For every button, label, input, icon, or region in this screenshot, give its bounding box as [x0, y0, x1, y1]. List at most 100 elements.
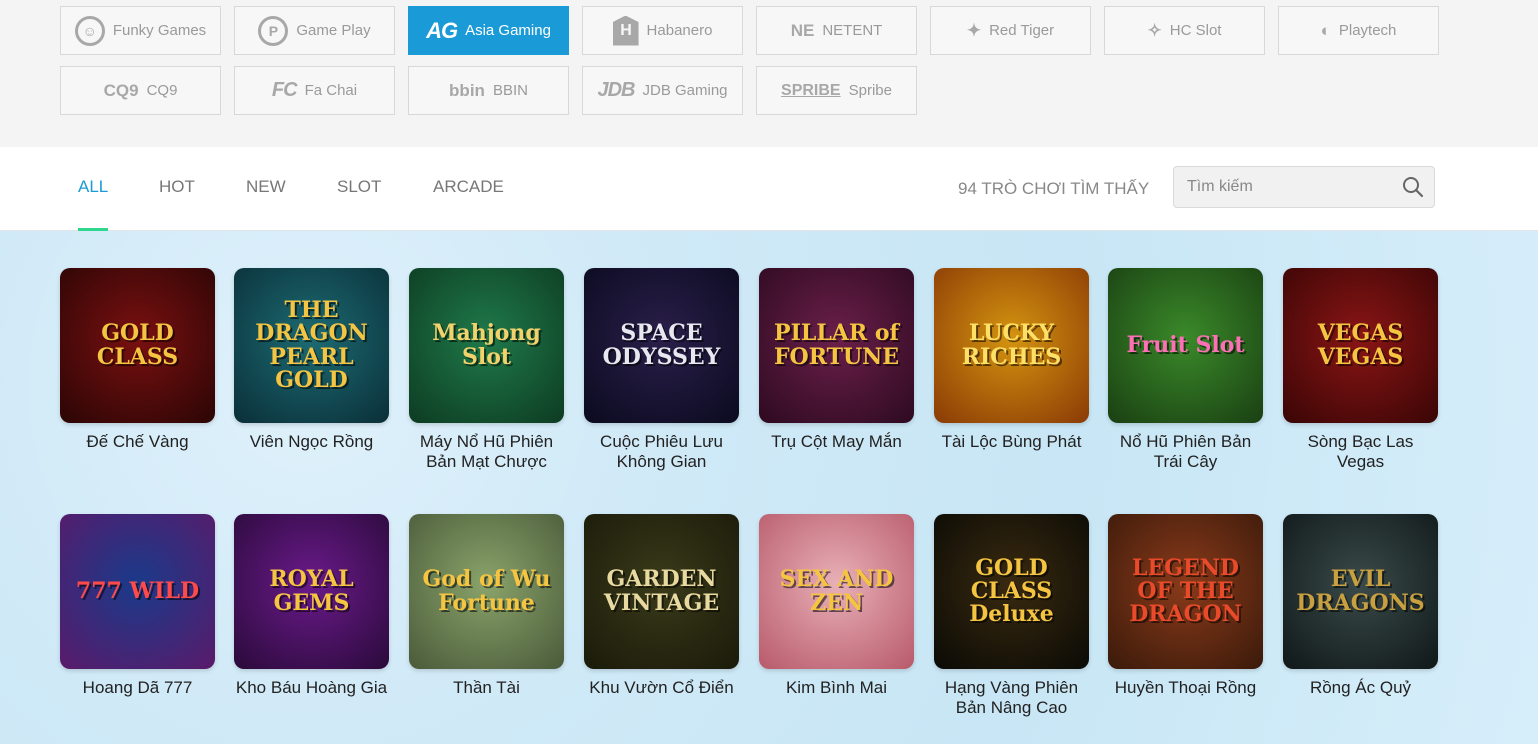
game-thumbnail-title: THE DRAGON PEARL GOLD	[255, 297, 368, 393]
provider-logo-icon: bbin	[449, 80, 485, 100]
game-name: Máy Nổ Hũ Phiên Bản Mạt Chược	[419, 432, 554, 471]
game-card[interactable]: Fruit Slot Nổ Hũ Phiên Bản Trái Cây	[1108, 268, 1263, 472]
provider-fa-chai[interactable]: FC Fa Chai	[234, 66, 395, 115]
game-thumbnail[interactable]: Fruit Slot	[1108, 268, 1263, 423]
game-card[interactable]: God of Wu Fortune Thần Tài	[409, 514, 564, 698]
provider-label: Spribe	[848, 82, 892, 99]
game-card[interactable]: GARDEN VINTAGE Khu Vườn Cổ Điển	[584, 514, 739, 698]
provider-logo-icon: AG	[426, 17, 458, 43]
game-card[interactable]: THE DRAGON PEARL GOLD Viên Ngọc Rồng	[234, 268, 389, 452]
game-name: Sòng Bạc Las Vegas	[1307, 432, 1414, 471]
game-thumbnail[interactable]: GOLD CLASS Deluxe	[934, 514, 1089, 669]
game-thumbnail[interactable]: VEGAS VEGAS	[1283, 268, 1438, 423]
provider-label: NETENT	[822, 22, 883, 39]
game-thumbnail-title: God of Wu Fortune	[422, 566, 551, 616]
provider-netent[interactable]: NE NETENT	[756, 6, 917, 55]
game-thumbnail[interactable]: SPACE ODYSSEY	[584, 268, 739, 423]
tab-hot[interactable]: HOT	[159, 177, 195, 231]
game-thumbnail[interactable]: LUCKY RICHES	[934, 268, 1089, 423]
game-card[interactable]: GOLD CLASS Đế Chế Vàng	[60, 268, 215, 452]
provider-logo-icon: P	[258, 15, 289, 46]
game-thumbnail[interactable]: THE DRAGON PEARL GOLD	[234, 268, 389, 423]
provider-label: Red Tiger	[989, 22, 1055, 39]
provider-asia-gaming[interactable]: AG Asia Gaming	[408, 6, 569, 55]
game-thumbnail[interactable]: SEX AND ZEN	[759, 514, 914, 669]
game-card[interactable]: 777 WILD Hoang Dã 777	[60, 514, 215, 698]
game-thumbnail[interactable]: LEGEND OF THE DRAGON	[1108, 514, 1263, 669]
game-card[interactable]: EVIL DRAGONS Rồng Ác Quỷ	[1283, 514, 1438, 698]
provider-logo-icon: ☺	[74, 15, 105, 46]
provider-habanero[interactable]: H Habanero	[582, 6, 743, 55]
game-thumbnail-title: LEGEND OF THE DRAGON	[1129, 554, 1242, 628]
game-card[interactable]: GOLD CLASS Deluxe Hạng Vàng Phiên Bản Nân…	[934, 514, 1089, 718]
game-thumbnail[interactable]: ROYAL GEMS	[234, 514, 389, 669]
provider-label: Fa Chai	[304, 82, 358, 99]
result-count: 94 TRÒ CHƠI TÌM THẤY	[958, 179, 1150, 198]
game-name: Hạng Vàng Phiên Bản Nâng Cao	[944, 678, 1079, 717]
game-thumbnail[interactable]: EVIL DRAGONS	[1283, 514, 1438, 669]
provider-cq9[interactable]: CQ9 CQ9	[60, 66, 221, 115]
game-card[interactable]: PILLAR of FORTUNE Trụ Cột May Mắn	[759, 268, 914, 452]
game-thumbnail-title: SEX AND ZEN	[779, 566, 894, 616]
provider-jdb-gaming[interactable]: JDB JDB Gaming	[582, 66, 743, 115]
filter-bar: ALL HOT NEW SLOT ARCADE 94 TRÒ CHƠI TÌM …	[0, 147, 1538, 231]
game-thumbnail[interactable]: God of Wu Fortune	[409, 514, 564, 669]
game-card[interactable]: VEGAS VEGAS Sòng Bạc Las Vegas	[1283, 268, 1438, 472]
provider-funky-games[interactable]: ☺ Funky Games	[60, 6, 221, 55]
tab-all[interactable]: ALL	[78, 177, 109, 231]
tab-slot[interactable]: SLOT	[337, 177, 381, 231]
game-thumbnail-title: 777 WILD	[75, 577, 200, 604]
tab-new[interactable]: NEW	[246, 177, 286, 231]
game-name: Kim Bình Mai	[785, 678, 888, 697]
provider-logo-icon: ◐	[1320, 20, 1331, 40]
provider-label: Habanero	[646, 22, 713, 39]
provider-playtech[interactable]: ◐ Playtech	[1278, 6, 1439, 55]
game-card[interactable]: ROYAL GEMS Kho Báu Hoàng Gia	[234, 514, 389, 698]
game-thumbnail-title: EVIL DRAGONS	[1296, 566, 1425, 616]
game-name: Trụ Cột May Mắn	[771, 432, 902, 451]
tab-label: HOT	[159, 177, 195, 196]
provider-red-tiger[interactable]: ✦ Red Tiger	[930, 6, 1091, 55]
game-card[interactable]: LUCKY RICHES Tài Lộc Bùng Phát	[934, 268, 1089, 452]
game-card[interactable]: LEGEND OF THE DRAGON Huyền Thoại Rồng	[1108, 514, 1263, 698]
game-thumbnail-title: SPACE ODYSSEY	[602, 320, 721, 370]
provider-spribe[interactable]: SPRIBE Spribe	[756, 66, 917, 115]
provider-label: Funky Games	[112, 22, 207, 39]
game-thumbnail-title: GARDEN VINTAGE	[603, 566, 720, 616]
game-thumbnail[interactable]: 777 WILD	[60, 514, 215, 669]
provider-bbin[interactable]: bbin BBIN	[408, 66, 569, 115]
game-name: Thần Tài	[453, 678, 520, 697]
tab-arcade[interactable]: ARCADE	[433, 177, 504, 231]
game-thumbnail[interactable]: GARDEN VINTAGE	[584, 514, 739, 669]
game-name: Kho Báu Hoàng Gia	[235, 678, 388, 697]
game-card[interactable]: SPACE ODYSSEY Cuộc Phiêu Lưu Không Gian	[584, 268, 739, 472]
game-name: Khu Vườn Cổ Điển	[589, 678, 734, 697]
provider-logo-icon: H	[612, 15, 639, 46]
game-name: Đế Chế Vàng	[86, 432, 189, 451]
provider-game-play[interactable]: P Game Play	[234, 6, 395, 55]
provider-hc-slot[interactable]: ✧ HC Slot	[1104, 6, 1265, 55]
tab-label: ARCADE	[433, 177, 504, 196]
game-name: Huyền Thoại Rồng	[1114, 678, 1257, 697]
game-thumbnail-title: GOLD CLASS	[96, 320, 179, 370]
game-thumbnail[interactable]: GOLD CLASS	[60, 268, 215, 423]
search-box	[1173, 166, 1435, 208]
provider-label: HC Slot	[1169, 22, 1222, 39]
game-thumbnail[interactable]: PILLAR of FORTUNE	[759, 268, 914, 423]
tab-label: ALL	[78, 177, 109, 196]
game-thumbnail[interactable]: Mahjong Slot	[409, 268, 564, 423]
provider-label: BBIN	[492, 82, 528, 99]
search-icon[interactable]	[1402, 176, 1424, 198]
provider-logo-icon: ✦	[966, 20, 982, 40]
game-name: Nổ Hũ Phiên Bản Trái Cây	[1119, 432, 1252, 471]
game-thumbnail-title: PILLAR of FORTUNE	[773, 320, 900, 370]
game-name: Hoang Dã 777	[82, 678, 193, 697]
game-card[interactable]: Mahjong Slot Máy Nổ Hũ Phiên Bản Mạt Chượ…	[409, 268, 564, 472]
search-input[interactable]	[1174, 167, 1394, 207]
game-name: Cuộc Phiêu Lưu Không Gian	[600, 432, 723, 471]
game-card[interactable]: SEX AND ZEN Kim Bình Mai	[759, 514, 914, 698]
game-grid: GOLD CLASS Đế Chế Vàng THE DRAGON PEARL GO…	[0, 231, 1538, 744]
provider-label: CQ9	[146, 82, 178, 99]
provider-row: CQ9 CQ9 FC Fa Chai bbin BBIN JDB JDB Gaming SPRI…	[60, 66, 917, 115]
game-thumbnail-title: Fruit Slot	[1126, 331, 1245, 358]
